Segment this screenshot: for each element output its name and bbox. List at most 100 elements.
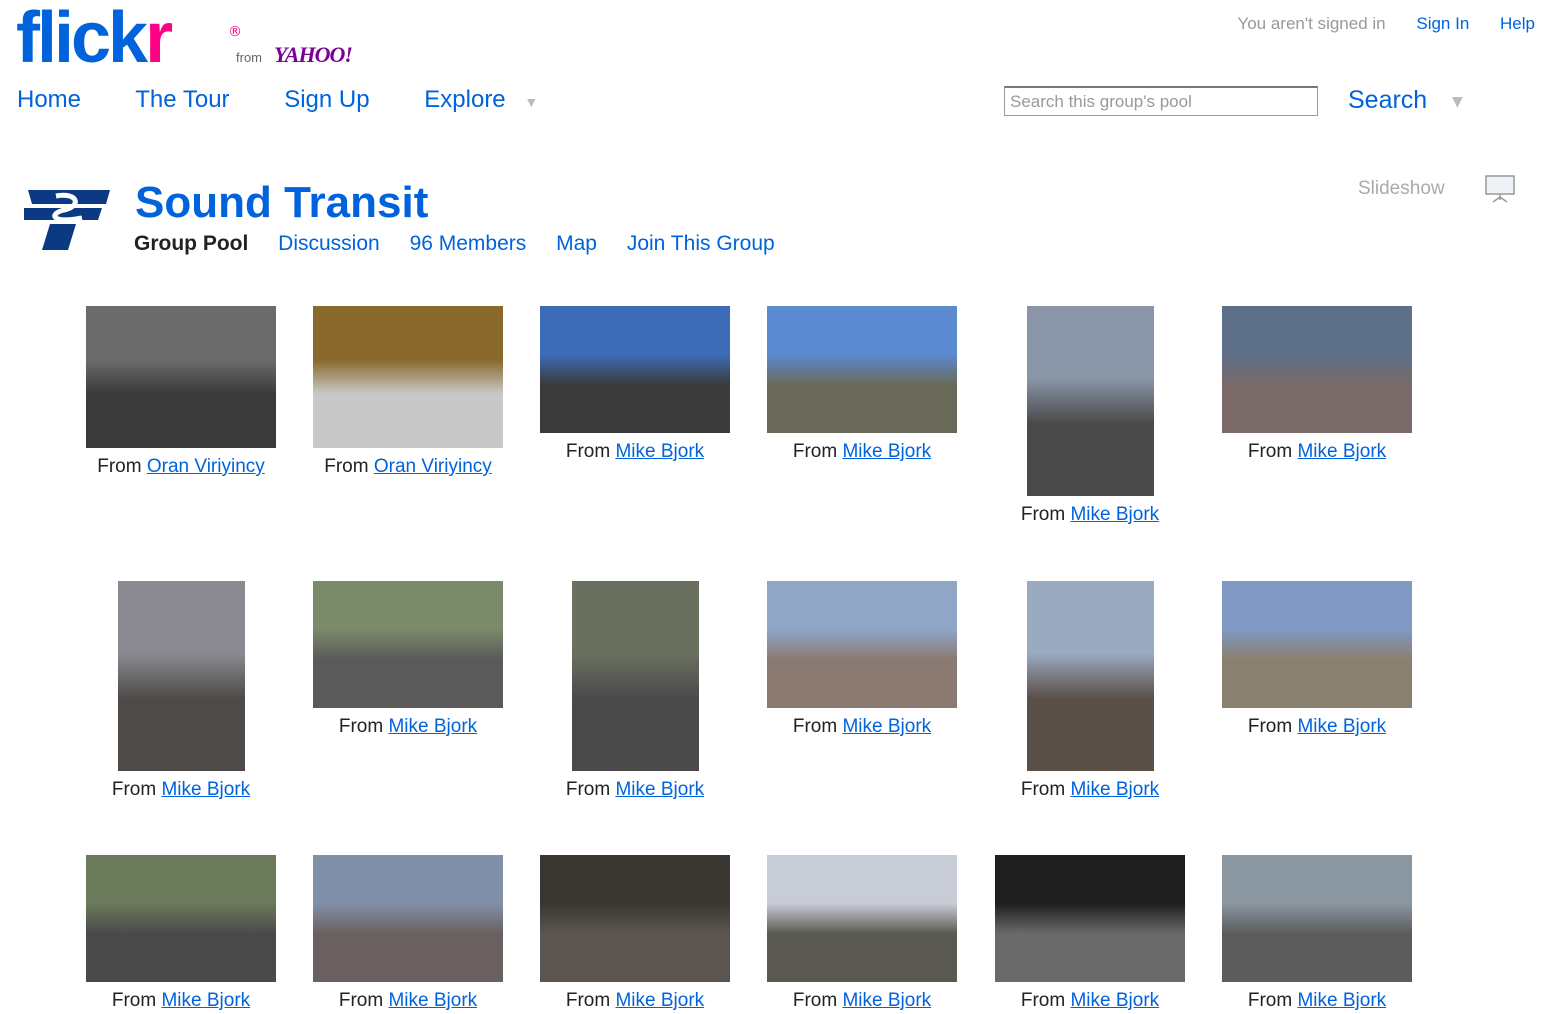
flickr-logo[interactable]: flickr ® from YAHOO!: [16, 0, 353, 78]
photo-thumbnail[interactable]: [767, 855, 957, 982]
caption-prefix: From: [1020, 779, 1071, 800]
photo-thumbnail[interactable]: [313, 306, 503, 448]
photo-thumbnail[interactable]: [995, 855, 1185, 982]
photo-owner-link[interactable]: Mike Bjork: [615, 441, 704, 462]
photo-caption: From Mike Bjork: [793, 441, 931, 463]
sound-transit-logo-icon: [24, 190, 110, 250]
photo-owner-link[interactable]: Mike Bjork: [1070, 779, 1159, 800]
photo-owner-link[interactable]: Mike Bjork: [1297, 990, 1386, 1011]
photo-thumbnail[interactable]: [117, 581, 245, 771]
photo-thumbnail[interactable]: [86, 855, 276, 982]
photo-owner-link[interactable]: Mike Bjork: [1070, 990, 1159, 1011]
caption-prefix: From: [565, 441, 616, 462]
photo-thumbnail[interactable]: [767, 306, 957, 433]
photo-caption: From Mike Bjork: [112, 779, 250, 801]
sign-in-link[interactable]: Sign In: [1416, 14, 1469, 33]
photo-thumbnail[interactable]: [1222, 855, 1412, 982]
photo-caption: From Mike Bjork: [1021, 779, 1159, 801]
photo-caption: From Oran Viriyincy: [97, 456, 265, 478]
caption-prefix: From: [111, 990, 162, 1011]
photo-owner-link[interactable]: Mike Bjork: [388, 990, 477, 1011]
photo-thumbnail[interactable]: [540, 306, 730, 433]
group-subnav: Group Pool Discussion 96 Members Map Joi…: [134, 232, 799, 256]
photo-owner-link[interactable]: Oran Viriyincy: [147, 456, 265, 477]
photo-caption: From Mike Bjork: [339, 716, 477, 738]
slideshow-link[interactable]: Slideshow: [1358, 178, 1445, 200]
nav-explore[interactable]: Explore: [424, 86, 505, 113]
yahoo-logo: YAHOO!: [274, 42, 353, 67]
photo-thumbnail[interactable]: [313, 581, 503, 708]
photo-caption: From Mike Bjork: [112, 990, 250, 1012]
caption-prefix: From: [338, 990, 389, 1011]
caption-prefix: From: [1020, 990, 1071, 1011]
signed-in-note: You aren't signed in: [1237, 14, 1386, 33]
photo-owner-link[interactable]: Mike Bjork: [1070, 504, 1159, 525]
tab-map[interactable]: Map: [556, 232, 597, 255]
photo-owner-link[interactable]: Oran Viriyincy: [374, 456, 492, 477]
photo-caption: From Mike Bjork: [566, 990, 704, 1012]
photo-owner-link[interactable]: Mike Bjork: [842, 441, 931, 462]
photo-thumbnail[interactable]: [767, 581, 957, 708]
search-placeholder: Search this group's pool: [1010, 92, 1192, 111]
tab-discussion[interactable]: Discussion: [278, 232, 380, 255]
photo-caption: From Mike Bjork: [566, 779, 704, 801]
photo-caption: From Mike Bjork: [1248, 441, 1386, 463]
photo-thumbnail[interactable]: [1026, 581, 1154, 771]
caption-prefix: From: [338, 716, 389, 737]
caption-prefix: From: [792, 990, 843, 1011]
logo-wordmark: flickr: [16, 0, 173, 78]
photo-owner-link[interactable]: Mike Bjork: [388, 716, 477, 737]
nav-tour[interactable]: The Tour: [135, 86, 229, 113]
photo-caption: From Mike Bjork: [1248, 716, 1386, 738]
caption-prefix: From: [1247, 441, 1298, 462]
main-nav: Home The Tour Sign Up Explore ▼: [17, 86, 586, 114]
photo-thumbnail[interactable]: [1222, 306, 1412, 433]
photo-caption: From Mike Bjork: [339, 990, 477, 1012]
caption-prefix: From: [97, 456, 147, 477]
photo-caption: From Mike Bjork: [1248, 990, 1386, 1012]
caption-prefix: From: [792, 716, 843, 737]
registered-mark: ®: [228, 24, 242, 40]
caption-prefix: From: [565, 990, 616, 1011]
caption-prefix: From: [565, 779, 616, 800]
photo-thumbnail[interactable]: [1026, 306, 1154, 496]
search-dropdown-icon[interactable]: ▼: [1452, 94, 1463, 110]
caption-prefix: From: [792, 441, 843, 462]
photo-thumbnail[interactable]: [313, 855, 503, 982]
photo-owner-link[interactable]: Mike Bjork: [1297, 716, 1386, 737]
photo-owner-link[interactable]: Mike Bjork: [842, 990, 931, 1011]
nav-home[interactable]: Home: [17, 86, 81, 113]
explore-dropdown-icon[interactable]: ▼: [524, 94, 538, 110]
search-input[interactable]: Search this group's pool: [1004, 86, 1318, 116]
caption-prefix: From: [1247, 716, 1298, 737]
photo-caption: From Mike Bjork: [566, 441, 704, 463]
account-links: You aren't signed in Sign In Help: [1237, 14, 1535, 34]
search-button[interactable]: Search: [1348, 86, 1427, 115]
photo-owner-link[interactable]: Mike Bjork: [615, 779, 704, 800]
caption-prefix: From: [1020, 504, 1071, 525]
photo-owner-link[interactable]: Mike Bjork: [1297, 441, 1386, 462]
photo-owner-link[interactable]: Mike Bjork: [161, 779, 250, 800]
photo-owner-link[interactable]: Mike Bjork: [842, 716, 931, 737]
photo-caption: From Mike Bjork: [1021, 990, 1159, 1012]
group-title: Sound Transit: [135, 178, 429, 227]
tab-members[interactable]: 96 Members: [410, 232, 527, 255]
photo-caption: From Oran Viriyincy: [324, 456, 492, 478]
photo-owner-link[interactable]: Mike Bjork: [161, 990, 250, 1011]
photo-caption: From Mike Bjork: [793, 716, 931, 738]
photo-thumbnail[interactable]: [540, 855, 730, 982]
photo-caption: From Mike Bjork: [1021, 504, 1159, 526]
caption-prefix: From: [111, 779, 162, 800]
caption-prefix: From: [324, 456, 374, 477]
tab-group-pool[interactable]: Group Pool: [134, 232, 248, 255]
photo-owner-link[interactable]: Mike Bjork: [615, 990, 704, 1011]
slideshow-icon[interactable]: [1484, 172, 1516, 204]
nav-signup[interactable]: Sign Up: [284, 86, 369, 113]
join-group-link[interactable]: Join This Group: [627, 232, 775, 255]
photo-thumbnail[interactable]: [86, 306, 276, 448]
photo-thumbnail[interactable]: [571, 581, 699, 771]
photo-caption: From Mike Bjork: [793, 990, 931, 1012]
photo-thumbnail[interactable]: [1222, 581, 1412, 708]
help-link[interactable]: Help: [1500, 14, 1535, 33]
logo-from: from: [236, 50, 262, 65]
